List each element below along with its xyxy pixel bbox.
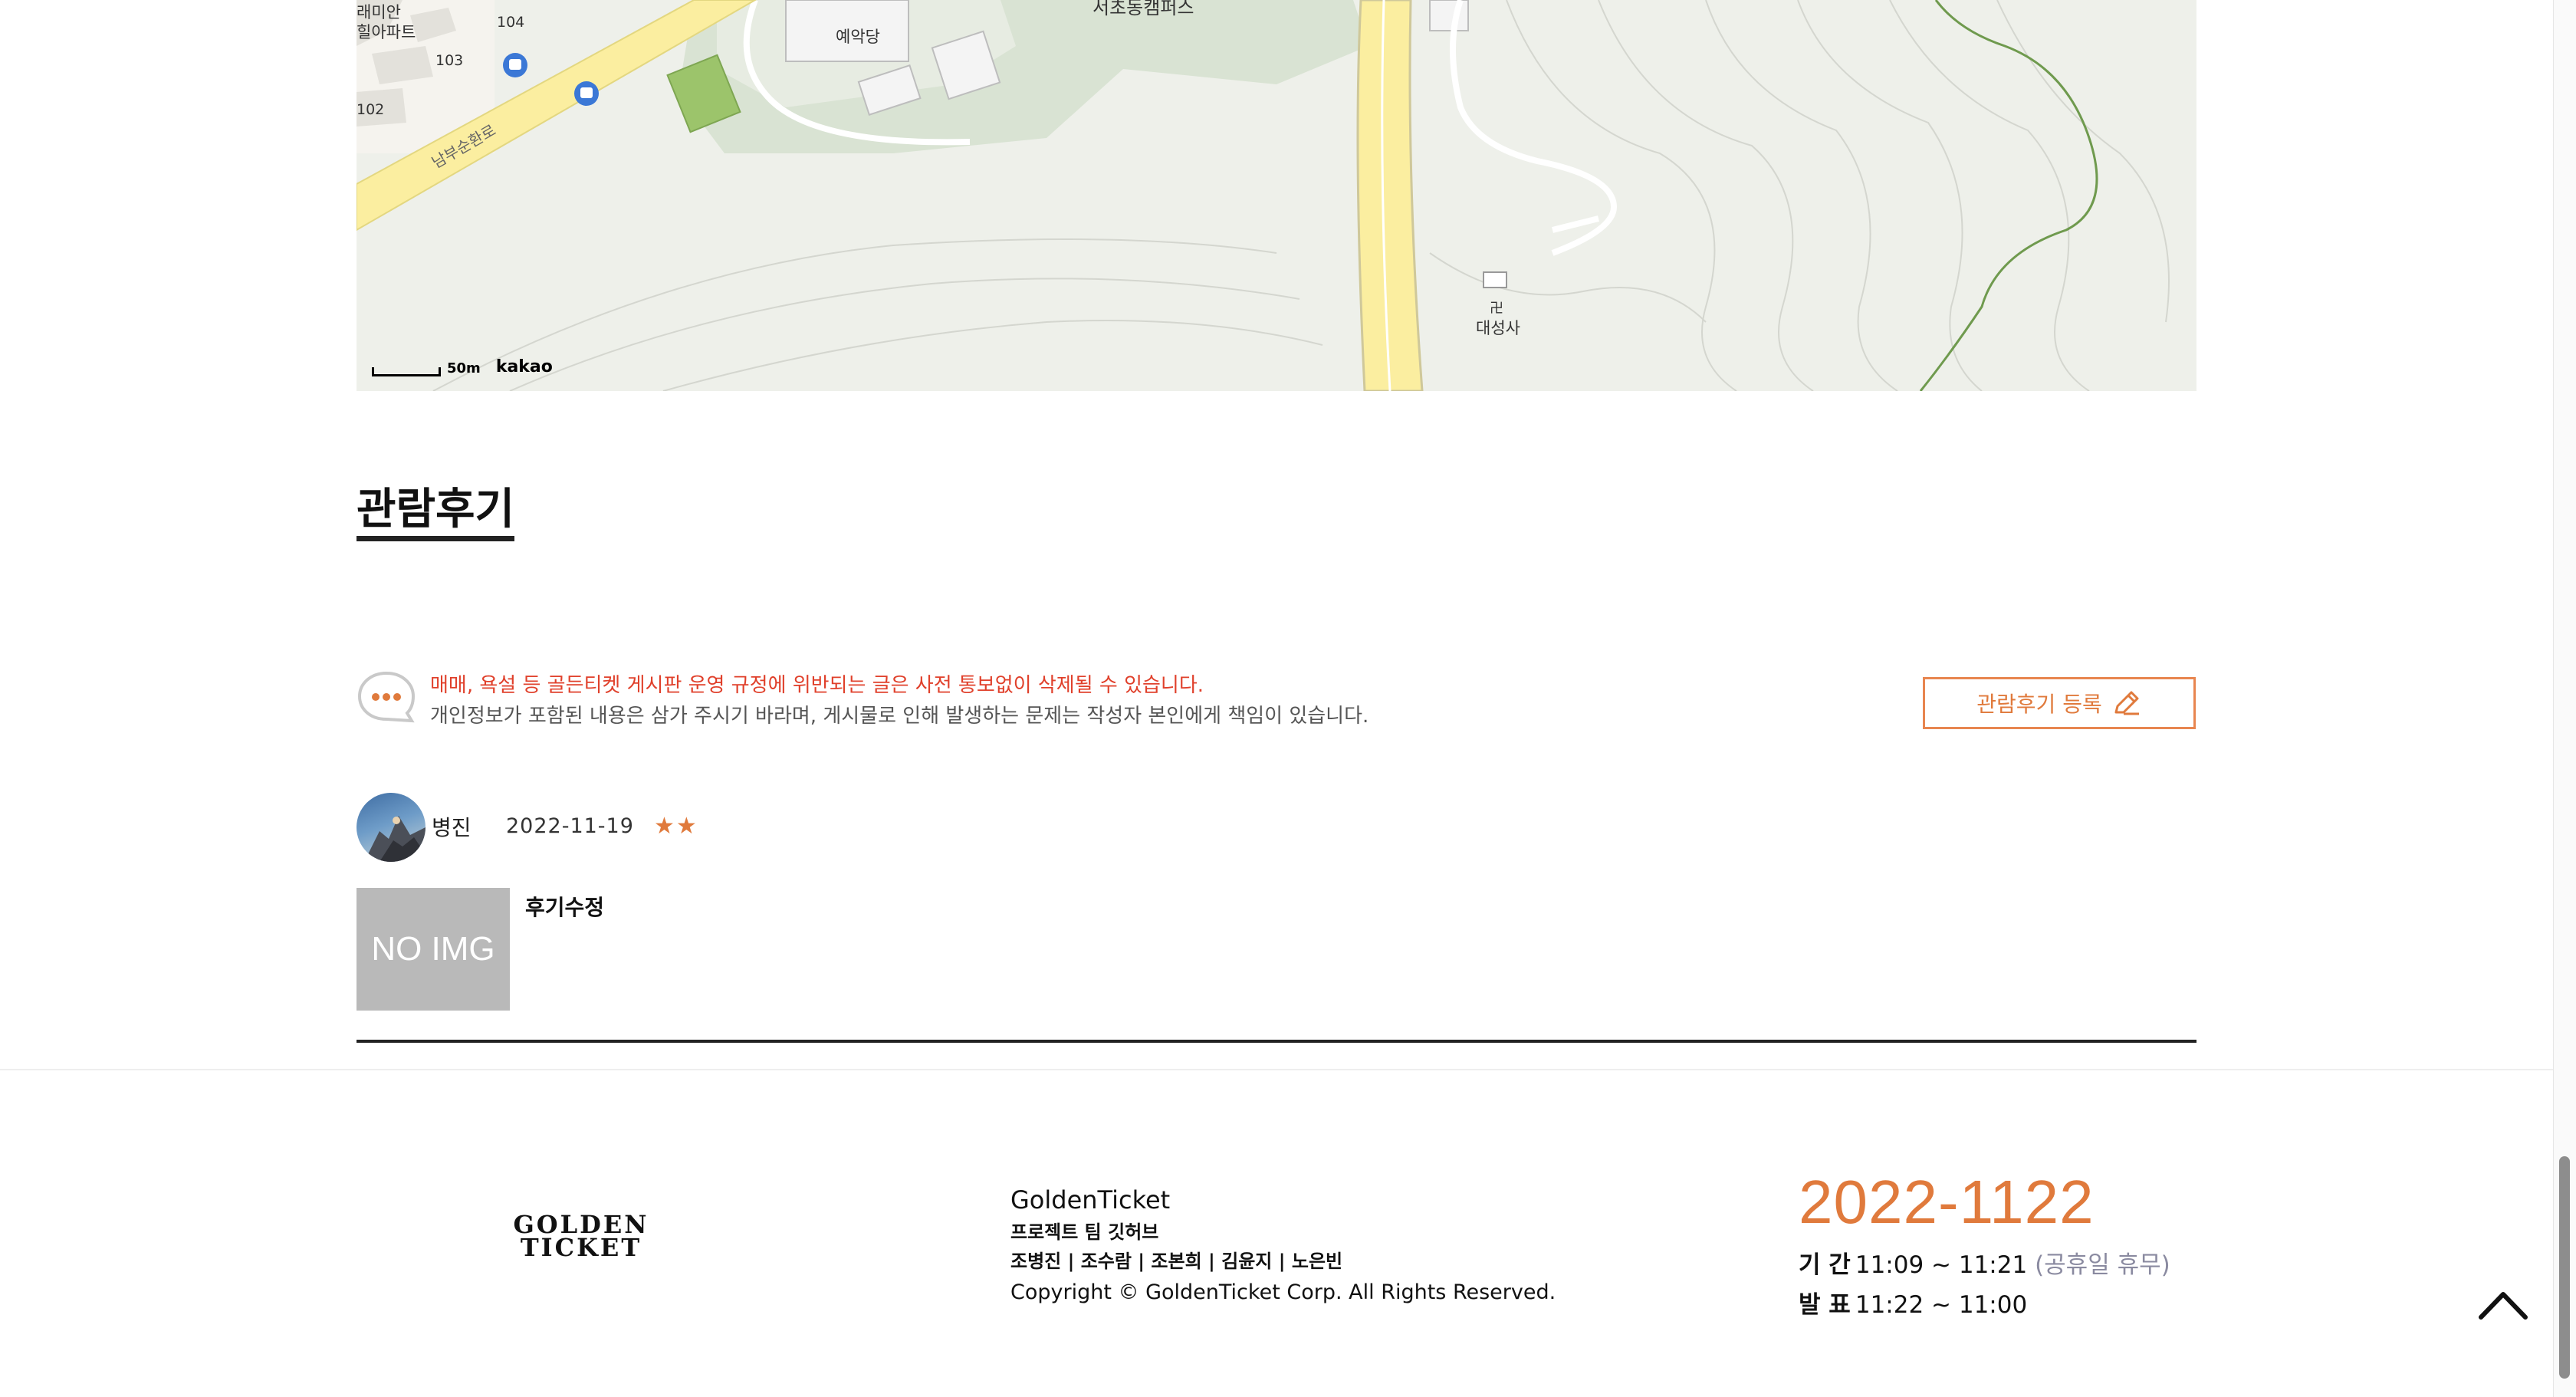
copyright: Copyright © GoldenTicket Corp. All Right…	[1010, 1280, 1556, 1304]
map-scale-text: 50m	[447, 360, 481, 376]
scale-bar	[372, 367, 441, 376]
review-notice: 매매, 욕설 등 골든티켓 게시판 운영 규정에 위반되는 글은 사전 통보없이…	[356, 670, 1368, 731]
temple-icon: 卍	[1490, 301, 1503, 317]
map-label-block-102: 102	[356, 101, 385, 118]
map-label-campus: 서초동캠퍼스	[1092, 0, 1194, 18]
footer-divider	[0, 1069, 2553, 1070]
star-rating: ★★	[654, 813, 698, 840]
logo-line-ticket: TICKET	[520, 1233, 642, 1262]
footer-info: GoldenTicket 프로젝트 팀 깃허브 조병진 | 조수람 | 조본희 …	[1010, 1182, 1556, 1310]
team-members: 조병진 | 조수람 | 조본희 | 김윤지 | 노은빈	[1010, 1251, 1343, 1272]
footer-brand: GoldenTicket	[1010, 1185, 1171, 1215]
announce-row: 발 표 11:22 ~ 11:00	[1799, 1285, 2027, 1320]
review-image-placeholder[interactable]: NO IMG	[356, 888, 510, 1011]
reviewer-name: 병진	[432, 815, 472, 840]
pencil-icon	[2114, 691, 2139, 715]
team-github-link[interactable]: 프로젝트 팀 깃허브	[1010, 1218, 1556, 1247]
scrollbar-thumb[interactable]	[2559, 1156, 2570, 1379]
period-note: (공휴일 휴무)	[2035, 1251, 2170, 1279]
scroll-to-top-button[interactable]	[2478, 1285, 2528, 1323]
section-title: 관람후기	[356, 487, 515, 541]
register-review-button[interactable]: 관람후기 등록	[1923, 677, 2196, 729]
map-scale: 50m kakao	[372, 357, 553, 376]
notice-text: 매매, 욕설 등 골든티켓 게시판 운영 규정에 위반되는 글은 사전 통보없이…	[430, 670, 1368, 731]
period-row: 기 간 11:09 ~ 11:21 (공휴일 휴무)	[1799, 1245, 2170, 1280]
map-drawing	[356, 0, 2170, 391]
section-divider	[356, 1040, 2196, 1043]
location-map[interactable]: 래미안 힐아파트 104 103 102 예악당 서초동캠퍼스 남부순환로 卍 …	[356, 0, 2196, 391]
review-text[interactable]: 후기수정	[525, 891, 604, 922]
map-label-apartment-b: 힐아파트	[356, 23, 416, 41]
review-date: 2022-11-19	[506, 814, 634, 838]
notice-info-text: 개인정보가 포함된 내용은 삼가 주시기 바라며, 게시물로 인해 발생하는 문…	[430, 705, 1369, 728]
map-label-building: 예악당	[836, 28, 880, 46]
period-label: 기 간	[1799, 1251, 1851, 1279]
announce-label: 발 표	[1799, 1291, 1851, 1319]
speech-bubble-icon	[356, 670, 416, 724]
footer-logo[interactable]: GOLDEN TICKET	[488, 1212, 675, 1262]
announce-value: 11:22 ~ 11:00	[1855, 1291, 2028, 1319]
map-label-block-103: 103	[435, 52, 464, 69]
chevron-up-icon	[2479, 1292, 2528, 1320]
map-brand-logo: kakao	[495, 357, 553, 376]
map-label-temple: 대성사	[1476, 319, 1520, 337]
avatar	[356, 793, 426, 862]
period-value: 11:09 ~ 11:21	[1855, 1251, 2028, 1279]
footer-date-title: 2022-1122	[1799, 1168, 2095, 1236]
map-label-block-104: 104	[497, 14, 525, 31]
register-review-label: 관람후기 등록	[1976, 692, 2102, 717]
notice-warning-text: 매매, 욕설 등 골든티켓 게시판 운영 규정에 위반되는 글은 사전 통보없이…	[430, 674, 1204, 697]
